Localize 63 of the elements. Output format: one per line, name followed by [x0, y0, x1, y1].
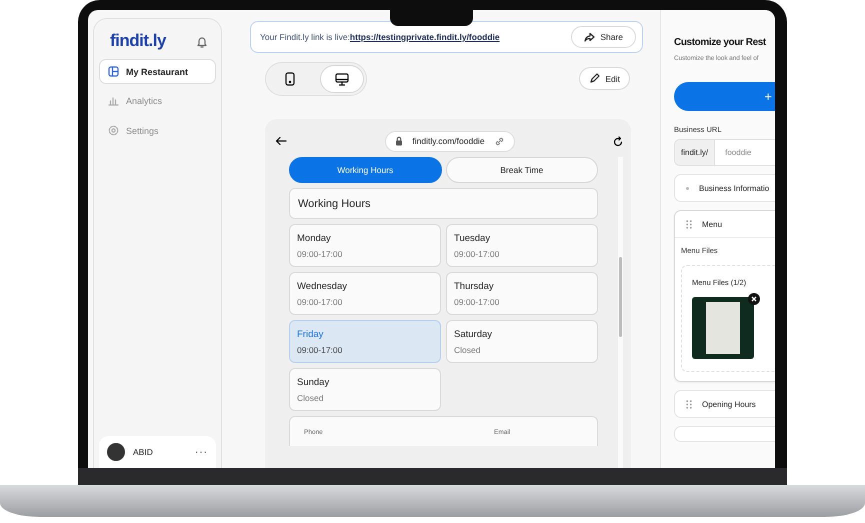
monitor-icon [335, 72, 349, 86]
day-card[interactable]: Wednesday 09:00-17:00 [289, 272, 441, 315]
day-name: Wednesday [297, 281, 348, 292]
section-title: Menu [702, 220, 722, 228]
edit-button[interactable]: Edit [579, 67, 630, 90]
tab[interactable]: Working Hours [289, 157, 442, 183]
section-title: Working Hours [289, 188, 598, 219]
day-card[interactable]: Sunday Closed [289, 368, 441, 411]
nav-item[interactable]: My Restaurant [99, 59, 216, 84]
day-hours: Closed [454, 345, 482, 355]
lock-icon [395, 136, 404, 146]
day-name: Sunday [297, 377, 330, 388]
url-bar[interactable]: finditly.com/fooddie [385, 130, 515, 152]
day-card[interactable]: Saturday Closed [446, 320, 598, 363]
day-hours: Closed [297, 393, 324, 403]
day-card[interactable]: Monday 09:00-17:00 [289, 224, 441, 267]
link[interactable]: https://testingprivate.findit.ly/fooddie [350, 32, 500, 42]
day-card[interactable]: Friday 09:00-17:00 [289, 320, 441, 363]
more-button[interactable]: ··· [195, 446, 208, 458]
dot-icon [686, 186, 689, 190]
section-card[interactable]: Opening Hours [674, 390, 775, 418]
user-card[interactable]: ABID ··· [99, 436, 216, 468]
day-name: Friday [297, 329, 324, 340]
day-card[interactable]: Tuesday 09:00-17:00 [446, 224, 598, 267]
section-title: Opening Hours [702, 400, 756, 408]
day-name: Saturday [454, 329, 494, 340]
day-card[interactable]: Thursday 09:00-17:00 [446, 272, 598, 315]
phone-icon [285, 72, 295, 86]
url-prefix: findit.ly/ [675, 140, 716, 165]
drag-handle-icon [686, 220, 692, 228]
logo[interactable]: findit.ly [110, 31, 166, 51]
day-hours: 09:00-17:00 [297, 345, 344, 355]
add-button[interactable]: + [674, 82, 775, 111]
day-hours: 09:00-17:00 [454, 297, 500, 307]
desktop-view-button[interactable] [320, 65, 364, 93]
bar-chart-icon [108, 96, 119, 106]
day-hours: 09:00-17:00 [454, 249, 500, 259]
day-name: Thursday [454, 281, 495, 292]
close-icon[interactable] [748, 293, 760, 305]
back-arrow-icon [275, 136, 287, 146]
avatar [107, 443, 125, 461]
tab[interactable]: Break Time [446, 157, 598, 183]
refresh-icon [612, 136, 623, 146]
day-hours: 09:00-17:00 [297, 297, 344, 307]
day-hours: 09:00-17:00 [297, 249, 344, 259]
bell-icon [196, 34, 208, 48]
banner-text: Your Findit.ly link is live: [260, 32, 350, 42]
day-name: Monday [297, 233, 332, 244]
grid-icon [108, 66, 119, 77]
menu-image-placeholder [692, 297, 754, 359]
link-icon [494, 136, 505, 146]
scrollbar-thumb[interactable] [619, 257, 622, 337]
drag-handle-icon [686, 400, 692, 408]
pencil-icon [589, 73, 600, 84]
day-name: Tuesday [454, 233, 492, 244]
panel-title: Customize your Rest [674, 37, 767, 48]
share-button[interactable]: Share [571, 26, 636, 48]
gear-icon [108, 125, 119, 136]
section-title: Business Informatio [699, 184, 770, 192]
share-icon [584, 32, 596, 42]
user-name: ABID [133, 447, 153, 457]
section-card[interactable]: Business Informatio [674, 174, 775, 202]
business-url-field[interactable]: findit.ly/ fooddie [674, 139, 775, 166]
